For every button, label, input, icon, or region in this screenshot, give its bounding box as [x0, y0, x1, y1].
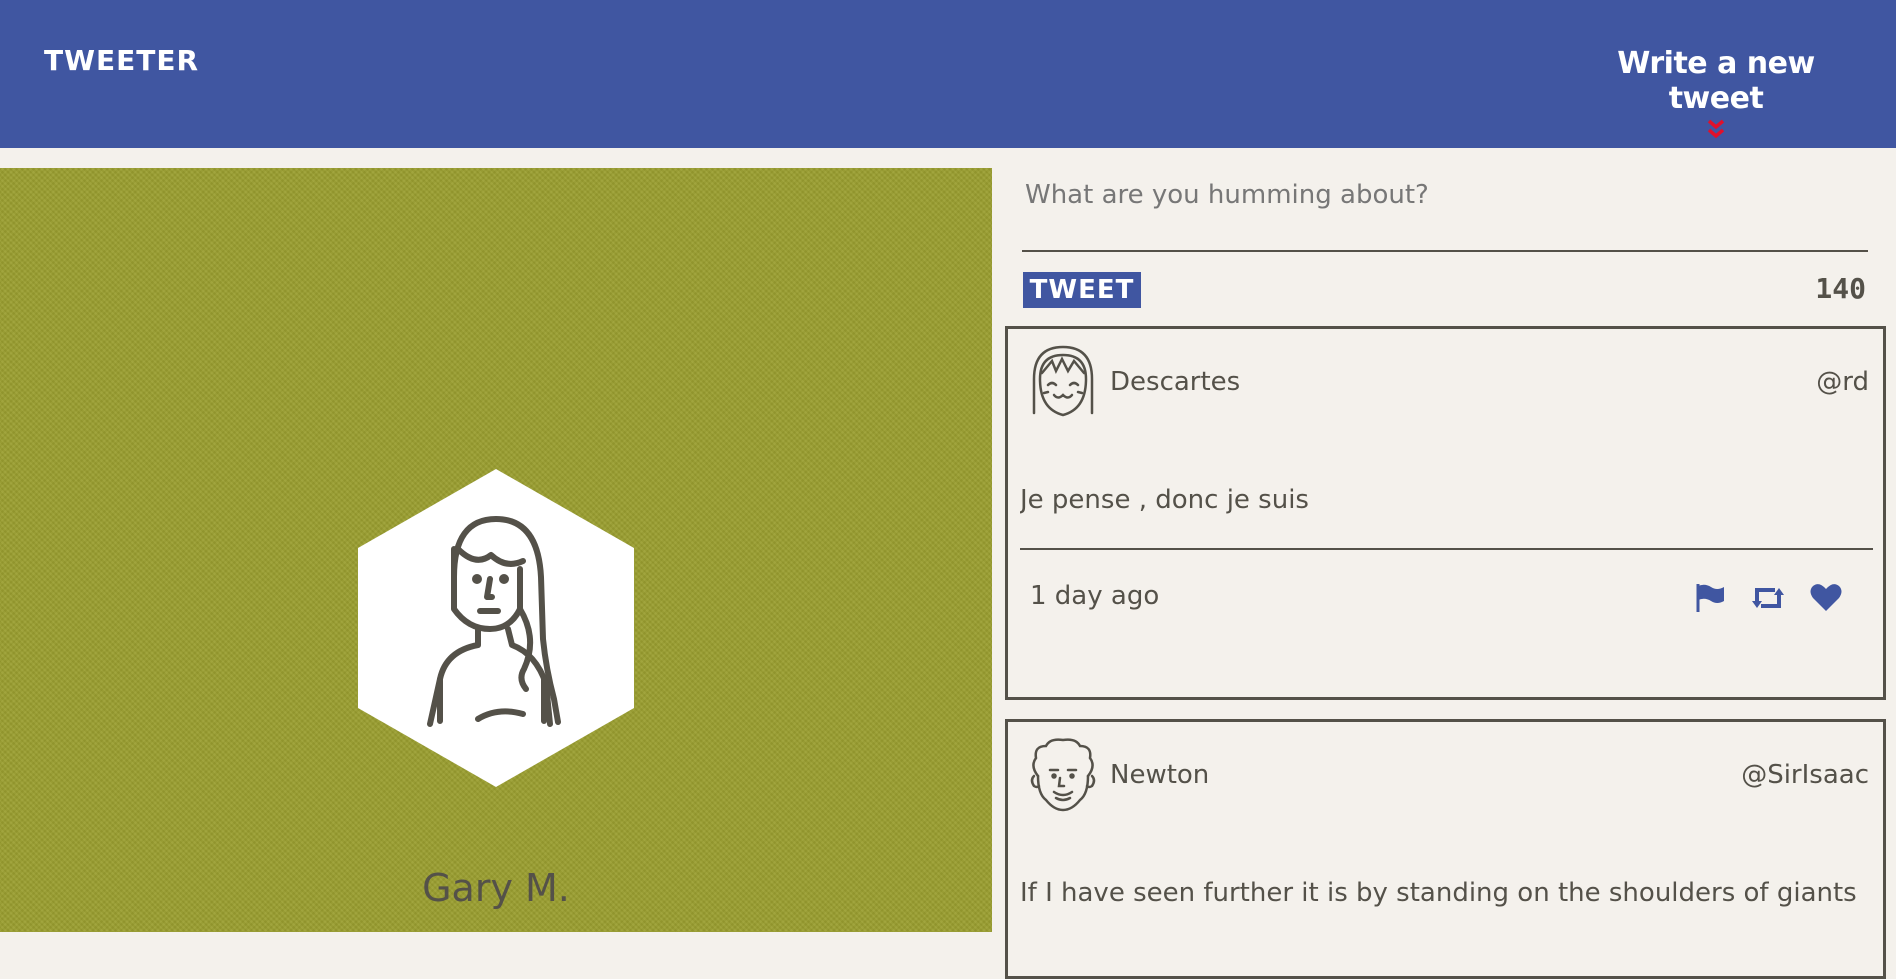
tweet-author-name: Newton	[1110, 760, 1210, 790]
tweet-button[interactable]: TWEET	[1023, 272, 1141, 308]
tweet-actions	[1693, 581, 1843, 615]
retweet-icon[interactable]	[1749, 581, 1787, 615]
profile-name: Gary M.	[422, 866, 570, 910]
girl-avatar-icon	[1032, 345, 1094, 417]
profile-panel: Gary M.	[0, 168, 992, 932]
write-new-tweet-label[interactable]: Write a new tweet	[1586, 46, 1846, 116]
double-chevron-down-icon[interactable]	[1704, 118, 1728, 142]
tweet-divider	[1020, 548, 1873, 550]
tweet-textarea[interactable]	[1022, 168, 1868, 252]
profile-avatar	[358, 469, 634, 787]
navbar: TWEETER Write a new tweet	[0, 0, 1896, 148]
write-new-tweet-toggle[interactable]: Write a new tweet	[1586, 46, 1846, 139]
heart-icon[interactable]	[1809, 581, 1843, 615]
tweet-timestamp: 1 day ago	[1030, 581, 1160, 611]
brand-logo[interactable]: TWEETER	[44, 44, 199, 77]
tweet-text: If I have seen further it is by standing…	[1020, 878, 1857, 908]
tweet-composer	[1022, 168, 1868, 252]
character-counter: 140	[1815, 272, 1866, 305]
tweet-text: Je pense , donc je suis	[1020, 485, 1309, 515]
tweet-handle: @rd	[1816, 367, 1869, 397]
tweet-card: Descartes @rd Je pense , donc je suis 1 …	[1005, 326, 1886, 700]
tweet-card: Newton @SirIsaac If I have seen further …	[1005, 719, 1886, 979]
tweet-author-name: Descartes	[1110, 367, 1241, 397]
tweet-handle: @SirIsaac	[1741, 760, 1869, 790]
flag-icon[interactable]	[1693, 581, 1727, 615]
man-avatar-icon	[1030, 738, 1096, 812]
